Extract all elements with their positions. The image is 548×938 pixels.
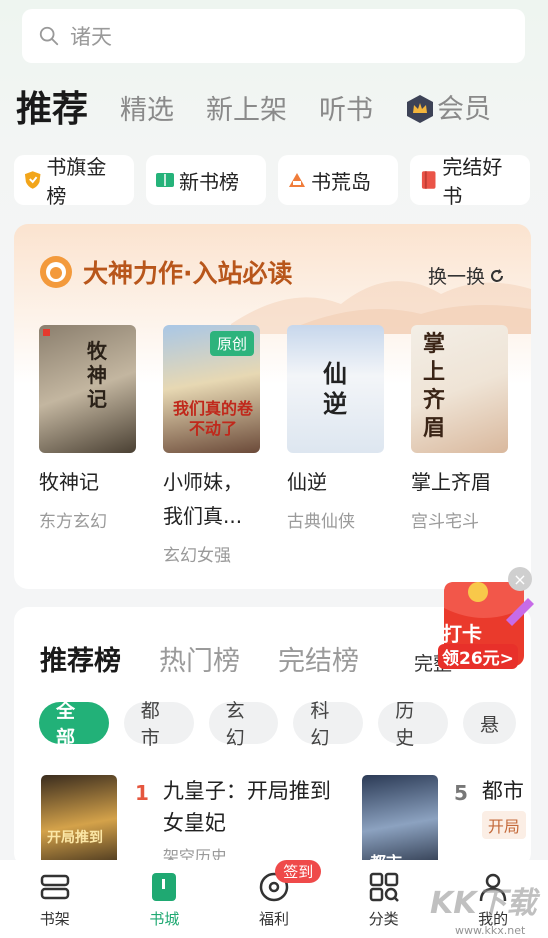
book-cover: 都市 xyxy=(362,775,438,867)
chip-golden-list-label: 书旗金榜 xyxy=(46,155,107,208)
bookshelf-icon xyxy=(40,874,70,900)
book-genre: 古典仙侠 xyxy=(287,512,355,532)
book-card[interactable]: 仙逆 仙逆 古典仙侠 xyxy=(287,325,384,566)
book-title: 小师妹，我们真... xyxy=(163,470,243,528)
book-card[interactable]: 牧神记 牧神记 东方玄幻 xyxy=(39,325,136,566)
god-header: 大神力作·入站必读 xyxy=(39,254,293,290)
tab-completed-list[interactable]: 完结榜 xyxy=(278,639,359,678)
god-title: 大神力作·入站必读 xyxy=(83,259,293,288)
book-cover-text: 我们真的卷不动了 xyxy=(172,399,253,438)
bookstore-icon xyxy=(152,873,177,901)
book-title: 掌上齐眉 xyxy=(411,470,491,494)
chip-golden-list[interactable]: 书旗金榜 xyxy=(14,155,134,208)
original-badge: 原创 xyxy=(209,331,254,356)
medal-icon xyxy=(40,256,72,288)
refresh-icon xyxy=(491,268,503,282)
watermark: KK下载 xyxy=(430,886,537,921)
tab-recommend[interactable]: 推荐 xyxy=(16,92,88,132)
tab-vip[interactable]: 会员 xyxy=(405,94,491,132)
book-cover: 原创 我们真的卷不动了 xyxy=(163,325,260,453)
chip-book-island-label: 书荒岛 xyxy=(311,169,371,194)
rank-title: 都市 xyxy=(481,779,524,803)
tab-audiobooks[interactable]: 听书 xyxy=(319,97,373,132)
nav-category[interactable]: 分类 xyxy=(329,860,439,938)
book-genre: 宫斗宅斗 xyxy=(411,512,479,532)
nav-category-label: 分类 xyxy=(368,910,399,928)
ranking-tabs: 推荐榜 热门榜 完结榜 xyxy=(40,639,397,678)
god-books: 牧神记 牧神记 东方玄幻 原创 我们真的卷不动了 小师妹，我们真... 玄幻女强… xyxy=(39,325,531,566)
search-icon xyxy=(39,26,59,46)
search-placeholder: 诸天 xyxy=(70,25,112,49)
nav-bookstore[interactable]: 书城 xyxy=(110,860,220,938)
book-cover-text: 牧神记 xyxy=(87,339,107,411)
chip-new-books-label: 新书榜 xyxy=(179,169,239,194)
crown-icon xyxy=(407,95,434,123)
tab-hot-list[interactable]: 热门榜 xyxy=(159,639,240,678)
float-ad-line1: 打卡 xyxy=(442,622,482,646)
ranking-item[interactable]: 都市 5 都市 开局 xyxy=(362,775,531,867)
category-chip[interactable]: 玄幻 xyxy=(208,700,279,749)
shield-icon xyxy=(24,171,41,189)
category-chip[interactable]: 都市 xyxy=(123,700,194,749)
book-card[interactable]: 原创 我们真的卷不动了 小师妹，我们真... 玄幻女强 xyxy=(163,325,260,566)
book-cover: 仙逆 xyxy=(287,325,384,453)
tab-vip-label: 会员 xyxy=(437,93,492,125)
book-title: 牧神记 xyxy=(39,470,99,494)
chip-completed-books-label: 完结好书 xyxy=(442,155,503,208)
book-cover: 牧神记 xyxy=(39,325,136,453)
nav-welfare-label: 福利 xyxy=(258,910,289,928)
chip-completed-books[interactable]: 完结好书 xyxy=(410,155,530,208)
search-input[interactable]: 诸天 xyxy=(22,9,525,63)
category-chip[interactable]: 科幻 xyxy=(293,700,364,749)
book-cover-text: 仙逆 xyxy=(323,360,347,418)
checkin-badge: 签到 xyxy=(275,860,322,883)
nav-bookstore-label: 书城 xyxy=(149,910,180,928)
tab-featured[interactable]: 精选 xyxy=(120,97,174,132)
refresh-label: 换一换 xyxy=(427,266,485,288)
refresh-button[interactable]: 换一换 xyxy=(428,262,505,289)
category-icon xyxy=(369,872,399,902)
book-cover: 掌上齐眉 xyxy=(411,325,508,453)
nav-bookshelf-label: 书架 xyxy=(39,910,70,928)
category-chip[interactable]: 悬 xyxy=(462,702,516,744)
tab-new-arrivals[interactable]: 新上架 xyxy=(206,97,287,132)
rank-tag: 开局 xyxy=(481,811,526,839)
float-ad-line2: 领26元> xyxy=(438,644,518,669)
book-title: 仙逆 xyxy=(287,470,327,494)
tab-recommend-list[interactable]: 推荐榜 xyxy=(40,639,121,678)
watermark-url: www.kkx.net xyxy=(455,924,526,937)
nav-bookshelf[interactable]: 书架 xyxy=(0,860,110,938)
top-tabs: 推荐 精选 新上架 听书 会员 xyxy=(16,82,523,132)
book-cover-text: 掌上齐眉 xyxy=(423,332,446,441)
god-recommend-card: 大神力作·入站必读 换一换 牧神记 牧神记 东方玄幻 原创 我们真的卷不动了 小… xyxy=(14,224,531,589)
book-genre: 东方玄幻 xyxy=(39,512,107,532)
book-card[interactable]: 掌上齐眉 掌上齐眉 宫斗宅斗 xyxy=(411,325,508,566)
chip-new-books[interactable]: 新书榜 xyxy=(146,155,266,205)
island-icon xyxy=(289,173,305,187)
category-chip[interactable]: 历史 xyxy=(378,700,448,749)
book-cover-text: 开局推到 xyxy=(47,830,103,846)
rank-number: 5 xyxy=(454,781,468,805)
ranking-item[interactable]: 开局推到 1 九皇子：开局推到女皇妃 架空历史 xyxy=(41,775,338,867)
category-filters: 全部 都市 玄幻 科幻 历史 悬 xyxy=(39,700,531,749)
rank-number: 1 xyxy=(135,781,149,805)
close-icon[interactable]: × xyxy=(508,567,532,591)
nav-welfare[interactable]: 福利 签到 xyxy=(219,860,329,938)
book-cover: 开局推到 xyxy=(41,775,117,867)
book-open-icon xyxy=(156,173,174,187)
book-genre: 玄幻女强 xyxy=(163,546,231,566)
book-icon xyxy=(421,171,436,189)
rank-title: 九皇子：开局推到女皇妃 xyxy=(162,779,331,835)
rank-chips: 书旗金榜 新书榜 书荒岛 完结好书 xyxy=(14,155,542,208)
chip-book-island[interactable]: 书荒岛 xyxy=(278,155,398,205)
category-chip[interactable]: 全部 xyxy=(39,700,109,749)
